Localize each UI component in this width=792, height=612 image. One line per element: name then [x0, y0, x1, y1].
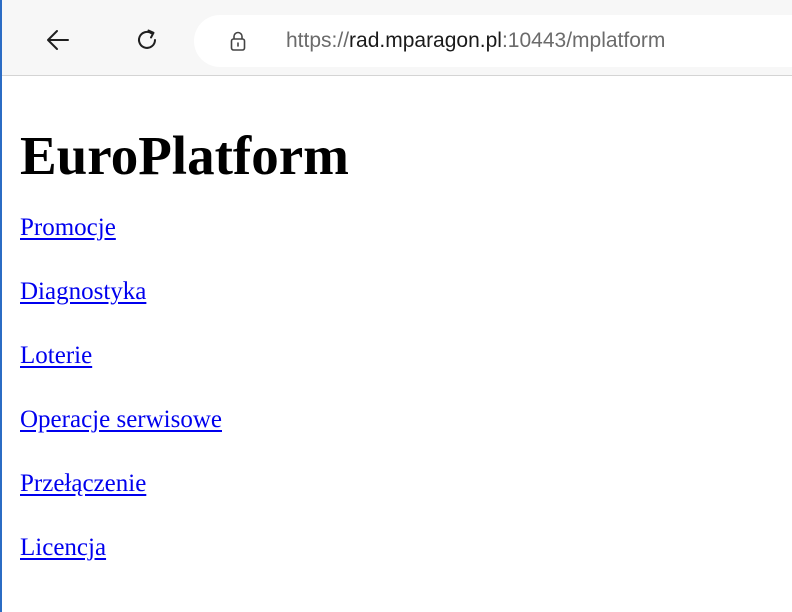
- address-bar[interactable]: https://rad.mparagon.pl:10443/mplatform: [194, 15, 792, 67]
- list-item: Licencja: [20, 534, 349, 598]
- browser-window: https://rad.mparagon.pl:10443/mplatform …: [0, 0, 792, 612]
- browser-toolbar: https://rad.mparagon.pl:10443/mplatform: [2, 0, 792, 76]
- link-licencja[interactable]: Licencja: [20, 534, 106, 561]
- list-item: Diagnostyka: [20, 278, 349, 342]
- url-path: :10443/mplatform: [501, 29, 666, 52]
- link-operacje-serwisowe[interactable]: Operacje serwisowe: [20, 406, 222, 433]
- link-promocje[interactable]: Promocje: [20, 214, 116, 241]
- link-przelaczenie[interactable]: Przełączenie: [20, 470, 146, 497]
- link-list: Promocje Diagnostyka Loterie Operacje se…: [20, 214, 349, 598]
- link-loterie[interactable]: Loterie: [20, 342, 92, 369]
- reload-button[interactable]: [127, 20, 167, 60]
- list-item: Loterie: [20, 342, 349, 406]
- list-item: Przełączenie: [20, 470, 349, 534]
- url-text[interactable]: https://rad.mparagon.pl:10443/mplatform: [286, 28, 665, 54]
- list-item: Operacje serwisowe: [20, 406, 349, 470]
- arrow-left-icon: [47, 30, 69, 50]
- list-item: Promocje: [20, 214, 349, 278]
- back-button[interactable]: [38, 20, 78, 60]
- url-scheme: https://: [286, 29, 350, 52]
- link-diagnostyka[interactable]: Diagnostyka: [20, 278, 146, 305]
- url-host: rad.mparagon.pl: [349, 29, 502, 52]
- refresh-icon: [138, 29, 156, 49]
- page-content: EuroPlatform Promocje Diagnostyka Loteri…: [20, 120, 349, 598]
- lock-icon[interactable]: [226, 29, 250, 53]
- page-title: EuroPlatform: [20, 125, 349, 186]
